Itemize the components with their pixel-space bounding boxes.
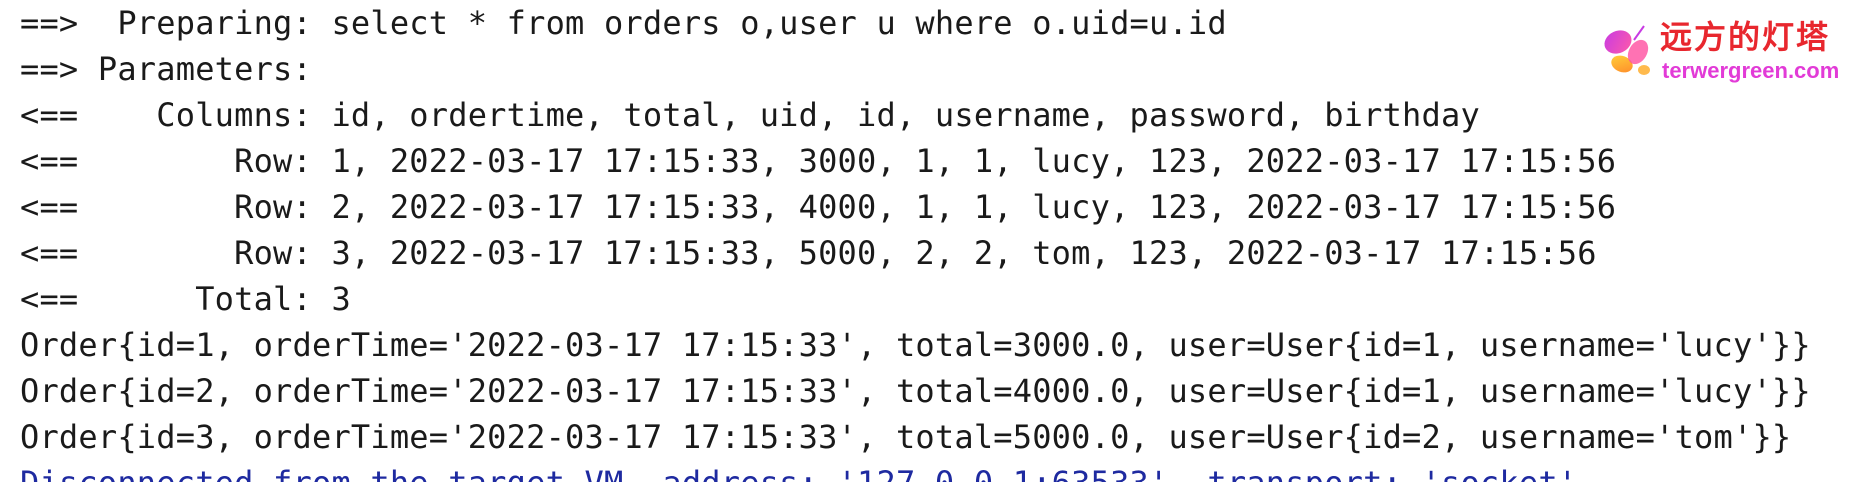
output-line-order: Order{id=2, orderTime='2022-03-17 17:15:… (20, 372, 1811, 410)
watermark-title: 远方的灯塔 (1660, 18, 1831, 56)
status-line-disconnected: Disconnected from the target VM, address… (20, 460, 1840, 482)
log-line-row: <== Row: 2, 2022-03-17 17:15:33, 4000, 1… (20, 188, 1617, 226)
log-line-preparing: ==> Preparing: select * from orders o,us… (20, 4, 1227, 42)
output-line-order: Order{id=3, orderTime='2022-03-17 17:15:… (20, 418, 1792, 456)
log-line-total: <== Total: 3 (20, 280, 351, 318)
watermark: 远方的灯塔 terwergreen.com (1600, 18, 1850, 88)
log-line-row: <== Row: 1, 2022-03-17 17:15:33, 3000, 1… (20, 142, 1617, 180)
log-line-row: <== Row: 3, 2022-03-17 17:15:33, 5000, 2… (20, 234, 1597, 272)
output-line-order: Order{id=1, orderTime='2022-03-17 17:15:… (20, 326, 1811, 364)
console-output[interactable]: ==> Preparing: select * from orders o,us… (20, 0, 1840, 482)
watermark-subtitle: terwergreen.com (1662, 58, 1840, 83)
log-line-parameters: ==> Parameters: (20, 50, 332, 88)
log-line-columns: <== Columns: id, ordertime, total, uid, … (20, 96, 1480, 134)
butterfly-logo-icon (1604, 25, 1650, 75)
